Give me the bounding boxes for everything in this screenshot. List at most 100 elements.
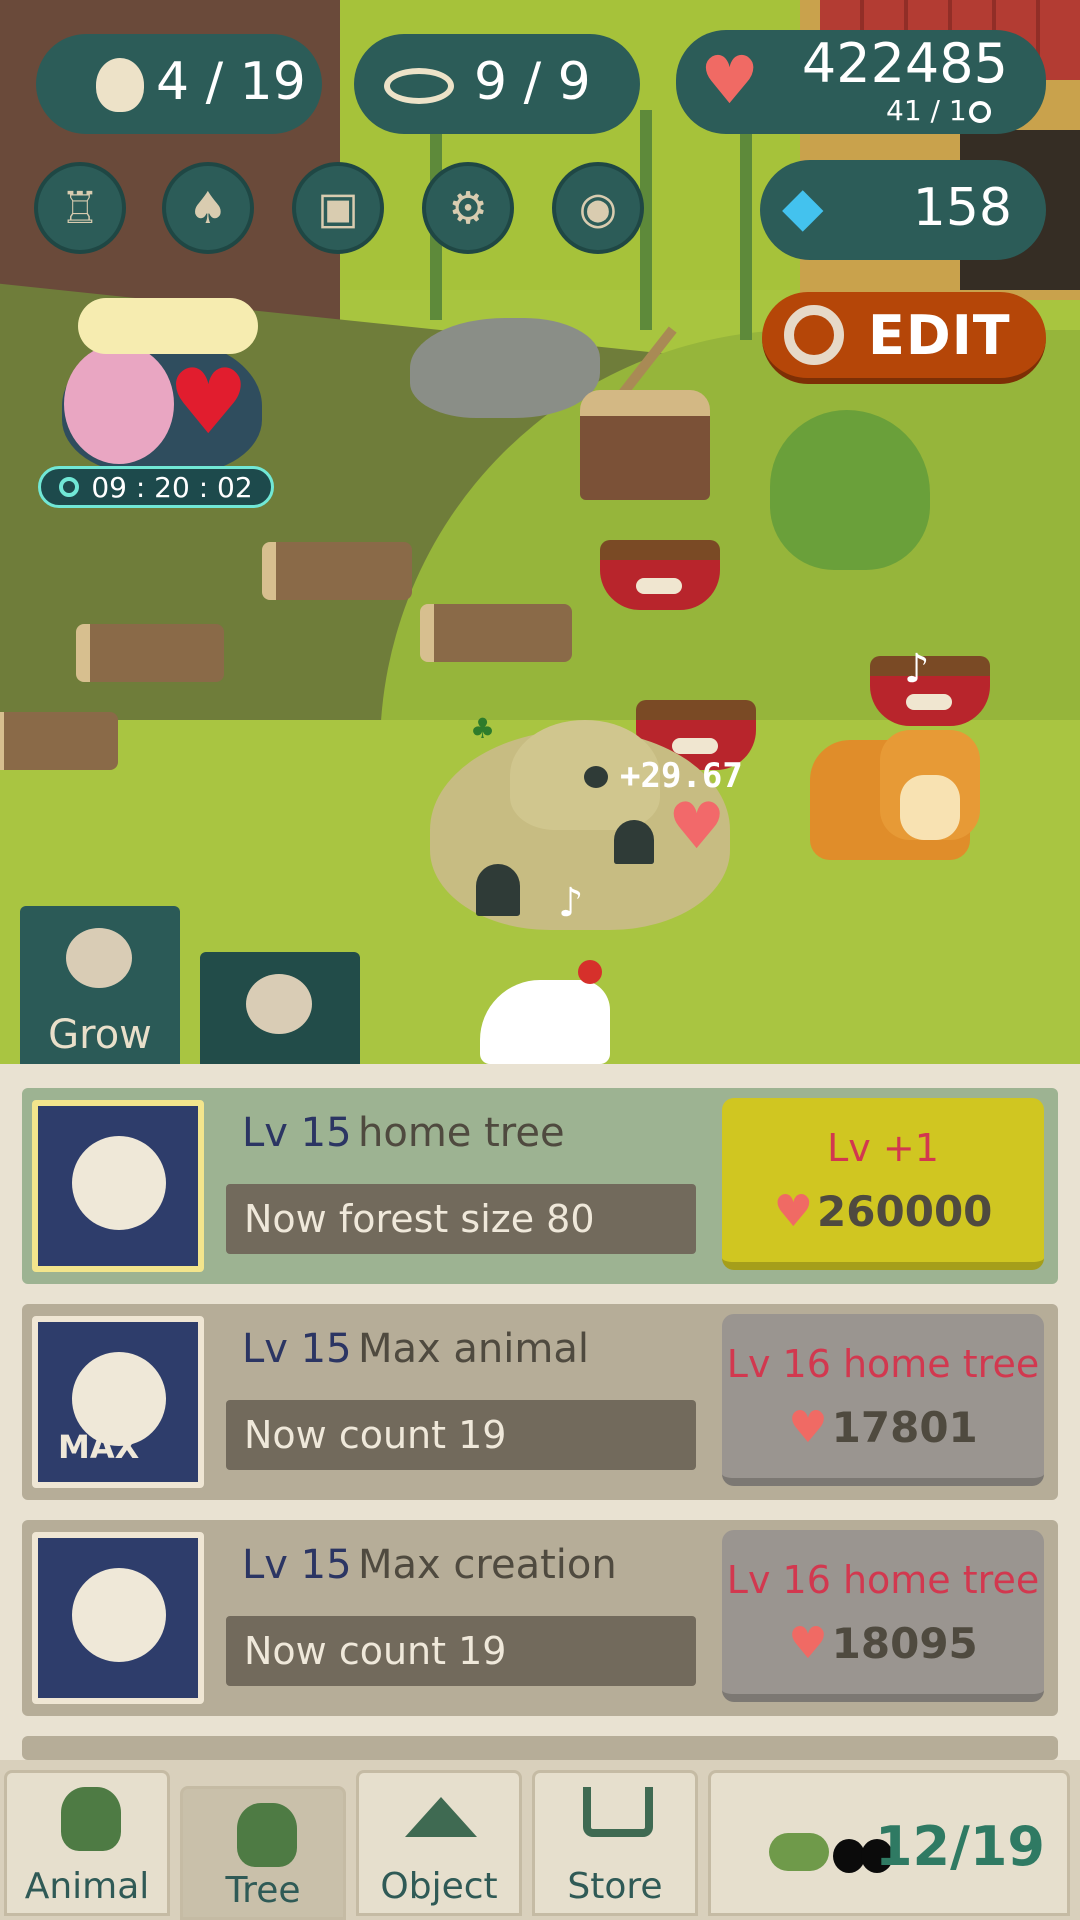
green-bush[interactable]	[770, 410, 930, 570]
mound-hole	[584, 766, 608, 788]
upgrade-cost: ♥260000	[722, 1186, 1044, 1237]
upgrade-cost-value: 17801	[831, 1403, 978, 1452]
cart-icon	[583, 1787, 653, 1837]
mound-hole	[476, 864, 520, 916]
vine	[740, 100, 752, 340]
upgrade-level: Lv 15	[242, 1542, 352, 1588]
trophy-button[interactable]: ♖	[34, 162, 126, 254]
max-animal-thumbnail: MAX	[32, 1316, 204, 1488]
gems-total: 158	[912, 178, 1012, 238]
edit-button[interactable]: EDIT	[762, 292, 1046, 384]
upgrade-name: home tree	[358, 1110, 565, 1156]
gift-timer-text: 09 : 20 : 02	[91, 470, 253, 504]
caterpillar-icon	[769, 1833, 829, 1871]
house-icon	[405, 1797, 477, 1837]
cards-icon: ♠	[188, 182, 228, 234]
nav-tab-animal[interactable]: Animal	[4, 1770, 170, 1916]
nav-label: Animal	[24, 1866, 150, 1907]
gem-icon: ◆	[782, 175, 824, 238]
home-tree-thumbnail	[32, 1100, 204, 1272]
nav-tab-tree[interactable]: Tree	[180, 1786, 346, 1920]
upgrade-level: Lv 15	[242, 1110, 352, 1156]
collection-counter[interactable]: 12/19	[708, 1770, 1070, 1916]
settings-button[interactable]: ⚙	[422, 162, 514, 254]
music-tree-icon	[246, 974, 312, 1034]
upgrade-name: Max animal	[358, 1326, 589, 1372]
upgrade-panel[interactable]: Lv 15 home tree Now forest size 80 Lv +1…	[0, 1064, 1080, 1760]
collection-count: 12/19	[874, 1815, 1045, 1878]
upgrade-locked-button[interactable]: Lv 16 home tree ♥17801	[722, 1314, 1044, 1486]
grow-label: Grow	[48, 1012, 152, 1058]
gift-timer: 09 : 20 : 02	[38, 466, 274, 508]
log[interactable]	[76, 624, 224, 682]
nav-tab-object[interactable]: Object	[356, 1770, 522, 1916]
corgi-face	[900, 775, 960, 840]
hearts-total: 422485	[801, 32, 1008, 95]
animal-icon	[61, 1787, 121, 1851]
upgrade-cta-title: Lv +1	[827, 1126, 939, 1170]
food-bowl[interactable]	[870, 656, 990, 726]
upgrade-buy-button[interactable]: Lv +1 ♥260000	[722, 1098, 1044, 1270]
upgrade-card-home-tree: Lv 15 home tree Now forest size 80 Lv +1…	[22, 1088, 1058, 1284]
nav-label: Tree	[225, 1870, 301, 1911]
max-creation-thumbnail	[32, 1532, 204, 1704]
tree-icon	[72, 1136, 166, 1230]
music-tree-tab[interactable]	[200, 952, 360, 1064]
nav-tab-store[interactable]: Store	[532, 1770, 698, 1916]
upgrade-card-max-animal: MAX Lv 15 Max animal Now count 19 Lv 16 …	[22, 1304, 1058, 1500]
upgrade-info: Now count 19	[226, 1616, 696, 1686]
upgrade-cta-title: Lv 16 home tree	[726, 1558, 1040, 1602]
upgrade-info: Now count 19	[226, 1400, 696, 1470]
log[interactable]	[420, 604, 572, 662]
nav-label: Object	[380, 1866, 498, 1907]
upgrade-cost-value: 260000	[817, 1187, 993, 1236]
upgrade-cost: ♥18095	[722, 1618, 1044, 1669]
wrench-icon	[784, 305, 844, 365]
box-button[interactable]: ▣	[292, 162, 384, 254]
tree-stump[interactable]	[580, 390, 710, 500]
hearts-pill[interactable]: ♥ 422485 41 / 1	[676, 30, 1046, 134]
heart-rate: 41 / 1	[886, 94, 991, 127]
food-bowl[interactable]	[600, 540, 720, 610]
creature-icon	[72, 1568, 166, 1662]
upgrade-cost-value: 18095	[831, 1619, 978, 1668]
heart-icon: ♥	[773, 1186, 814, 1237]
heart-icon: ♥	[700, 42, 760, 119]
log[interactable]	[0, 712, 118, 770]
fish-icon	[384, 68, 454, 104]
gear-icon: ⚙	[448, 182, 488, 234]
chick-icon	[96, 58, 144, 112]
animal-count-pill[interactable]: 4 / 19	[36, 34, 322, 134]
mound-hole	[614, 820, 654, 864]
gift-egg	[64, 344, 174, 464]
heart-icon: ♥	[668, 790, 726, 864]
mossy-rock[interactable]	[410, 318, 600, 418]
grow-tab[interactable]: Grow	[20, 906, 180, 1064]
tree-icon	[237, 1803, 297, 1867]
upgrade-level: Lv 15	[242, 1326, 352, 1372]
timer-icon	[968, 101, 991, 123]
log[interactable]	[262, 542, 412, 600]
heart-icon: ♥	[788, 1402, 828, 1453]
nav-label: Store	[567, 1866, 663, 1907]
grow-tree-icon	[66, 928, 132, 988]
timer-icon	[59, 477, 80, 497]
gems-pill[interactable]: ◆ 158	[760, 160, 1046, 260]
upgrade-cost: ♥17801	[722, 1402, 1044, 1453]
upgrade-locked-button[interactable]: Lv 16 home tree ♥18095	[722, 1530, 1044, 1702]
upgrade-card-max-creation: Lv 15 Max creation Now count 19 Lv 16 ho…	[22, 1520, 1058, 1716]
edit-label: EDIT	[868, 303, 1011, 367]
fish-count-pill[interactable]: 9 / 9	[354, 34, 640, 134]
box-icon: ▣	[317, 182, 359, 234]
animal-count: 4 / 19	[156, 52, 306, 112]
heart-icon: ♥	[788, 1618, 828, 1669]
upgrade-info: Now forest size 80	[226, 1184, 696, 1254]
gift-bag[interactable]: ♥	[48, 298, 268, 474]
fish-count: 9 / 9	[474, 52, 591, 112]
heart-rate-text: 41 / 1	[886, 94, 967, 127]
bottom-nav: Animal Tree Object Store 12/19	[0, 1760, 1080, 1920]
camera-button[interactable]: ◉	[552, 162, 644, 254]
gift-ribbon	[78, 298, 258, 354]
chicken-comb	[578, 960, 602, 984]
cards-button[interactable]: ♠	[162, 162, 254, 254]
